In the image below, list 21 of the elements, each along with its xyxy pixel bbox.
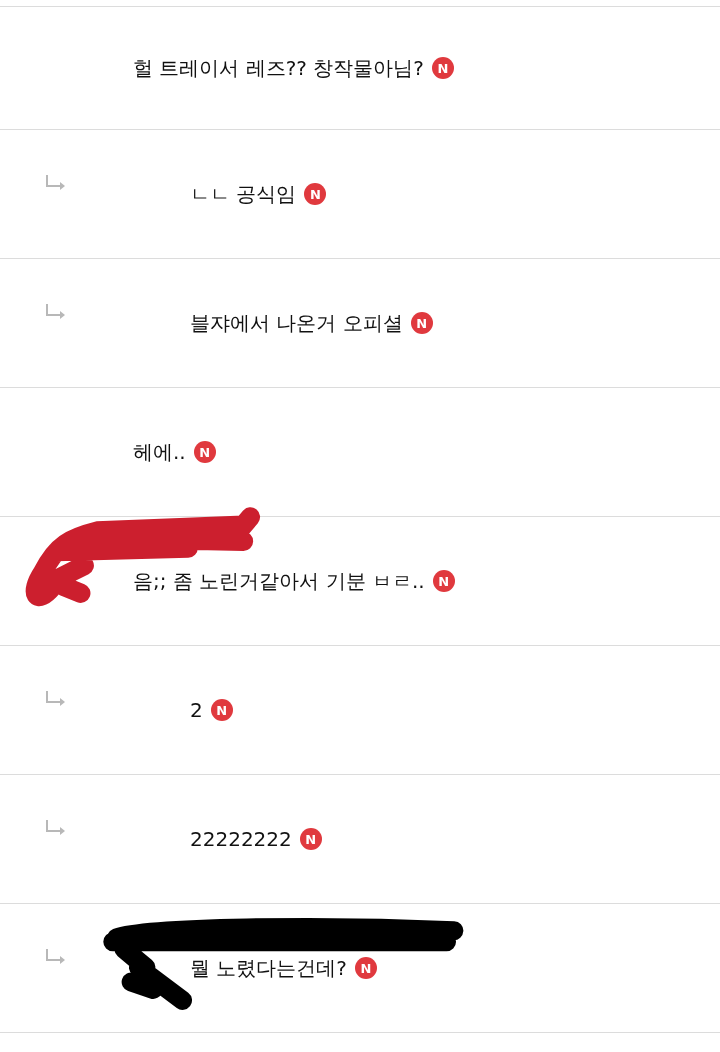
reply-arrow-icon (45, 174, 67, 192)
new-badge: N (355, 957, 377, 979)
comment-text: 22222222 (190, 827, 292, 851)
new-badge: N (432, 570, 455, 592)
comment-text: 블쟈에서 나온거 오피셜 (190, 309, 403, 337)
comment-text: 헐 트레이서 레즈?? 창작물아님? (133, 54, 424, 82)
new-badge: N (193, 441, 216, 463)
new-badge: N (431, 57, 454, 79)
new-badge: N (410, 312, 433, 334)
new-badge: N (210, 699, 233, 721)
reply-arrow-icon (45, 303, 67, 321)
comment-text: 헤에.. (133, 438, 186, 466)
comment-text: 음;; 좀 노린거같아서 기분 ㅂㄹ.. (133, 567, 425, 595)
comment-text: ㄴㄴ 공식임 (190, 180, 297, 208)
reply-arrow-icon (45, 948, 67, 966)
reply-arrow-icon (45, 819, 67, 837)
reply-arrow-icon (45, 690, 67, 708)
new-badge: N (304, 183, 327, 205)
new-badge: N (299, 828, 322, 850)
comment-text: 뭘 노렸다는건데? (190, 954, 347, 982)
comment-text: 2 (190, 698, 203, 722)
